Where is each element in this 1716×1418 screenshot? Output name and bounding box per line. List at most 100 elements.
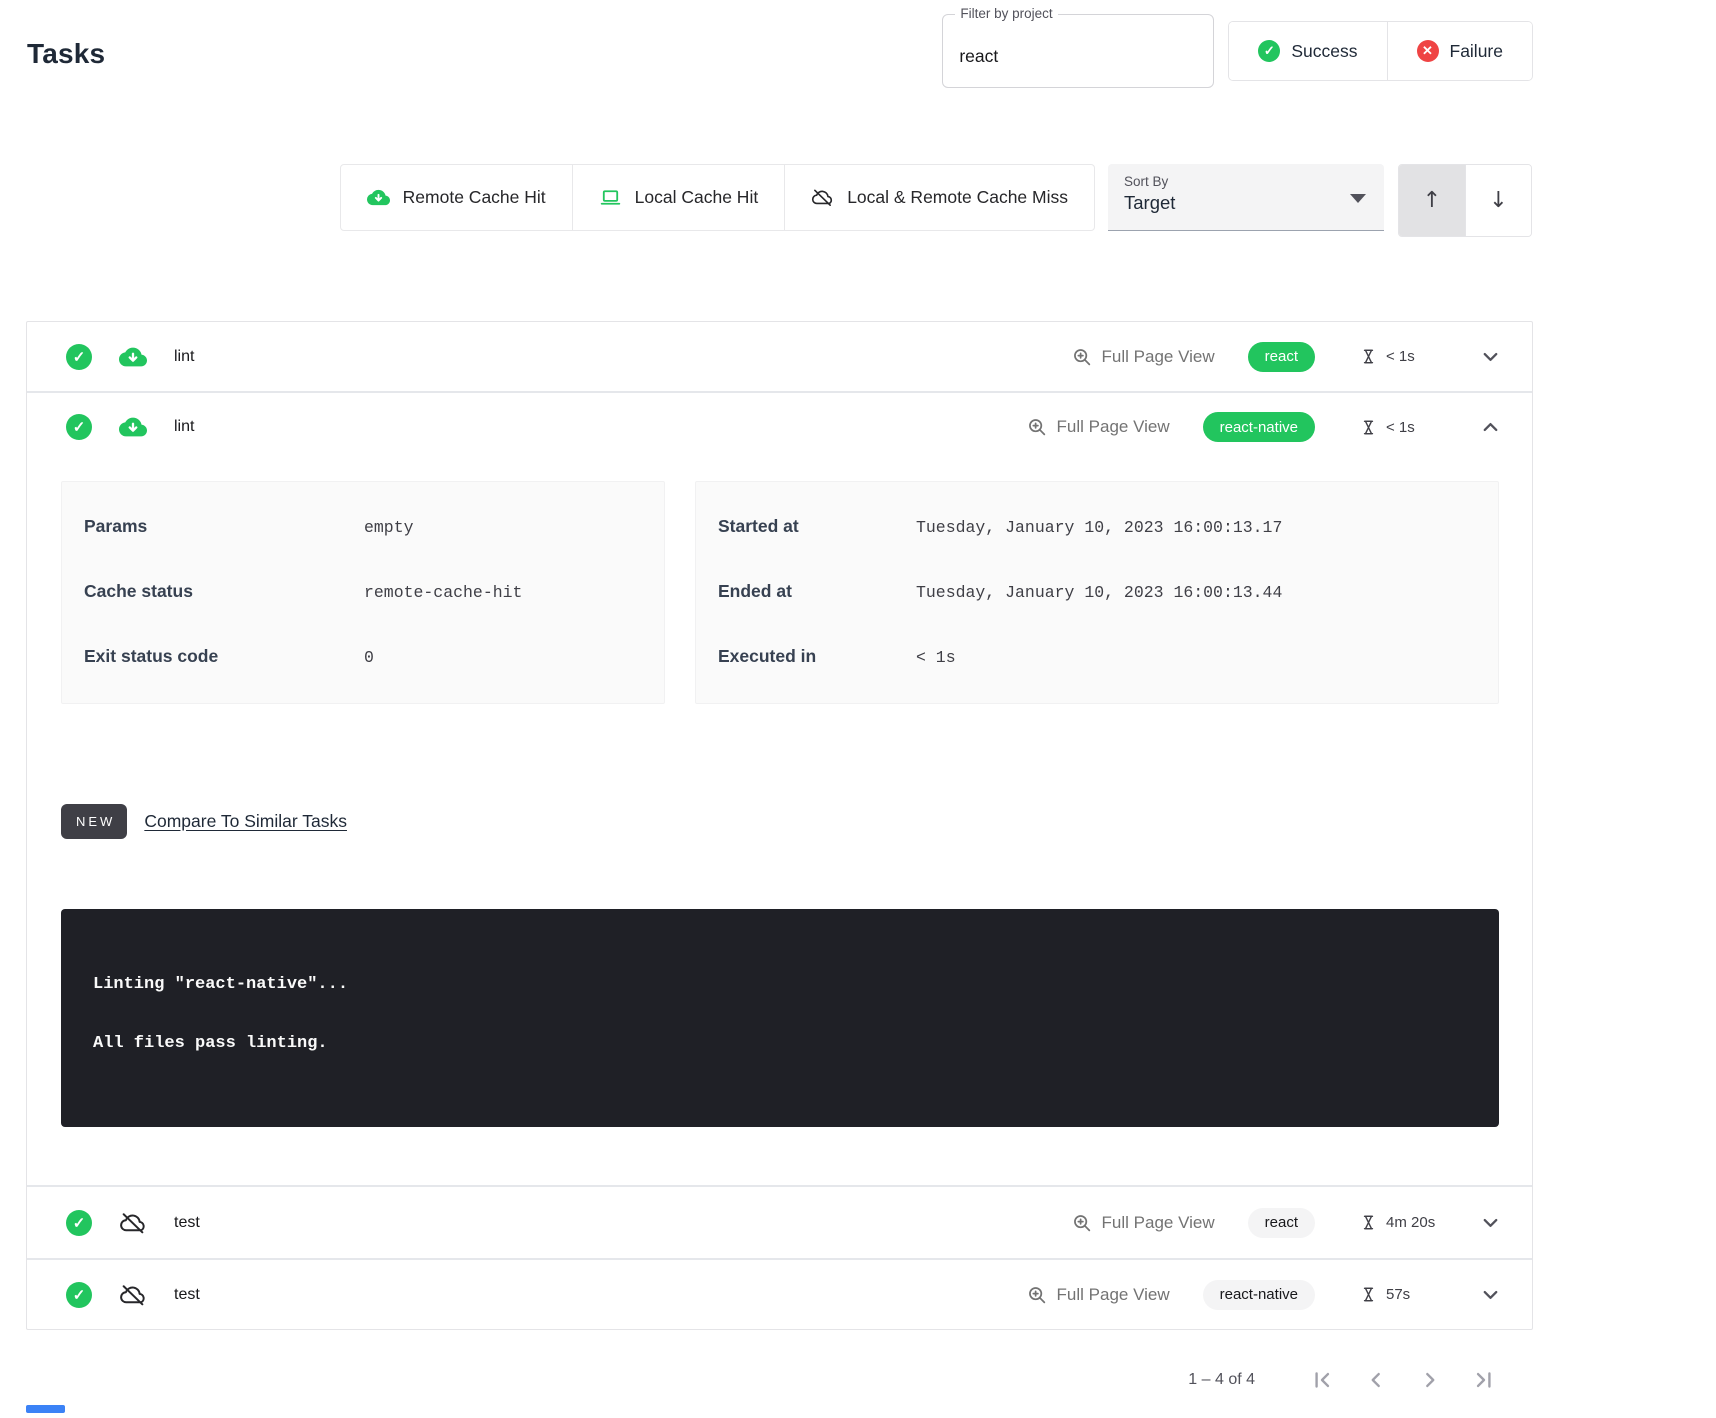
failure-filter-button[interactable]: ✕ Failure: [1387, 22, 1533, 80]
ended-at-value: Tuesday, January 10, 2023 16:00:13.44: [916, 583, 1282, 602]
success-filter-button[interactable]: ✓ Success: [1229, 22, 1386, 80]
task-duration-label: < 1s: [1386, 348, 1415, 365]
detail-row: Exit status code 0: [62, 624, 664, 689]
task-list: ✓ lint Full Page View react: [26, 321, 1533, 1330]
full-page-view-button[interactable]: Full Page View: [1026, 1284, 1170, 1306]
cache-miss-button[interactable]: Local & Remote Cache Miss: [785, 164, 1095, 231]
params-label: Params: [84, 516, 364, 537]
hourglass-icon: [1359, 1213, 1378, 1232]
task-detail-panel: Params empty Cache status remote-cache-h…: [27, 481, 1532, 1185]
full-page-view-button[interactable]: Full Page View: [1071, 1212, 1215, 1234]
sort-descending-button[interactable]: ↓: [1465, 165, 1531, 236]
params-value: empty: [364, 518, 414, 537]
cache-status-value: remote-cache-hit: [364, 583, 522, 602]
task-row-right: Full Page View react-native < 1s: [1026, 412, 1502, 442]
sort-by-select[interactable]: Sort By Target: [1108, 164, 1384, 231]
task-timing-panel: Started at Tuesday, January 10, 2023 16:…: [695, 481, 1499, 704]
check-circle-icon: ✓: [66, 414, 92, 440]
header: Tasks Filter by project ✓ Success ✕ Fail…: [0, 0, 1716, 100]
terminal-line: All files pass linting.: [93, 1034, 1469, 1053]
check-circle-icon: ✓: [1258, 40, 1280, 62]
task-duration: 4m 20s: [1359, 1213, 1451, 1232]
expand-row-button[interactable]: [1479, 1283, 1502, 1306]
magnifier-plus-icon: [1026, 1284, 1048, 1306]
next-page-button[interactable]: [1403, 1367, 1457, 1393]
arrow-down-icon: ↓: [1489, 188, 1507, 213]
hourglass-icon: [1359, 1285, 1378, 1304]
task-row: ✓ test Full Page View react: [27, 1185, 1532, 1258]
expand-row-button[interactable]: [1479, 345, 1502, 368]
failure-filter-label: Failure: [1450, 41, 1504, 62]
first-page-icon: [1309, 1367, 1335, 1393]
header-controls: Filter by project ✓ Success ✕ Failure: [942, 14, 1533, 88]
compare-row: NEW Compare To Similar Tasks: [61, 804, 1532, 839]
cloud-off-icon: [119, 1281, 147, 1309]
cache-status-label: Cache status: [84, 581, 364, 602]
task-duration: 57s: [1359, 1285, 1451, 1304]
tasks-page: Tasks Filter by project ✓ Success ✕ Fail…: [0, 0, 1716, 1418]
task-row: ✓ lint Full Page View react: [27, 322, 1532, 391]
collapse-row-button[interactable]: [1479, 416, 1502, 439]
chevron-left-icon: [1363, 1367, 1389, 1393]
status-filter-group: ✓ Success ✕ Failure: [1228, 21, 1533, 81]
remote-cache-hit-label: Remote Cache Hit: [403, 187, 546, 208]
full-page-view-label: Full Page View: [1057, 417, 1170, 437]
first-page-button[interactable]: [1295, 1367, 1349, 1393]
cloud-off-icon: [119, 1209, 147, 1237]
chevron-down-icon: [1479, 1211, 1502, 1234]
task-duration-label: 57s: [1386, 1286, 1410, 1303]
task-row-left: ✓ lint: [66, 413, 194, 441]
sort-ascending-button[interactable]: ↑: [1399, 165, 1465, 236]
detail-row: Executed in < 1s: [696, 624, 1498, 689]
sort-by-value: Target: [1124, 192, 1368, 214]
task-detail-grid: Params empty Cache status remote-cache-h…: [61, 481, 1499, 704]
compare-to-similar-tasks-link[interactable]: Compare To Similar Tasks: [144, 811, 347, 832]
toolbar: Remote Cache Hit Local Cache Hit Local &…: [0, 164, 1716, 237]
check-circle-icon: ✓: [66, 1210, 92, 1236]
task-row-left: ✓ test: [66, 1281, 200, 1309]
project-filter-field: Filter by project: [942, 14, 1214, 88]
hourglass-icon: [1359, 347, 1378, 366]
project-badge: react: [1248, 1208, 1315, 1238]
last-page-icon: [1471, 1367, 1497, 1393]
task-row-header[interactable]: ✓ lint Full Page View react-native: [27, 392, 1532, 461]
task-row-header[interactable]: ✓ test Full Page View react-native: [27, 1259, 1532, 1329]
video-progress-bar: [26, 1405, 65, 1413]
project-badge: react-native: [1203, 1280, 1315, 1310]
last-page-button[interactable]: [1457, 1367, 1511, 1393]
full-page-view-button[interactable]: Full Page View: [1071, 346, 1215, 368]
started-at-label: Started at: [718, 516, 916, 537]
local-cache-hit-label: Local Cache Hit: [635, 187, 759, 208]
full-page-view-label: Full Page View: [1102, 347, 1215, 367]
ended-at-label: Ended at: [718, 581, 916, 602]
full-page-view-button[interactable]: Full Page View: [1026, 416, 1170, 438]
chevron-up-icon: [1479, 416, 1502, 439]
check-circle-icon: ✓: [66, 1282, 92, 1308]
cloud-download-icon: [367, 186, 390, 209]
task-row-right: Full Page View react-native 57s: [1026, 1280, 1502, 1310]
exit-code-label: Exit status code: [84, 646, 364, 667]
task-row-right: Full Page View react < 1s: [1071, 342, 1502, 372]
project-filter-input[interactable]: [943, 15, 1213, 87]
terminal-line: Linting "react-native"...: [93, 975, 1469, 994]
check-circle-icon: ✓: [66, 344, 92, 370]
task-row-header[interactable]: ✓ test Full Page View react: [27, 1186, 1532, 1258]
caret-down-icon: [1350, 194, 1366, 203]
success-filter-label: Success: [1291, 41, 1357, 62]
cache-filter-group: Remote Cache Hit Local Cache Hit Local &…: [340, 164, 1095, 231]
expand-row-button[interactable]: [1479, 1211, 1502, 1234]
started-at-value: Tuesday, January 10, 2023 16:00:13.17: [916, 518, 1282, 537]
task-row: ✓ lint Full Page View react-native: [27, 391, 1532, 1185]
local-cache-hit-button[interactable]: Local Cache Hit: [573, 164, 786, 231]
chevron-down-icon: [1479, 1283, 1502, 1306]
previous-page-button[interactable]: [1349, 1367, 1403, 1393]
task-duration-label: < 1s: [1386, 419, 1415, 436]
cache-miss-label: Local & Remote Cache Miss: [847, 187, 1068, 208]
exit-code-value: 0: [364, 648, 374, 667]
cloud-download-icon: [119, 343, 147, 371]
task-name: test: [174, 1286, 200, 1304]
task-row-header[interactable]: ✓ lint Full Page View react: [27, 322, 1532, 391]
cloud-off-icon: [811, 186, 834, 209]
task-row-right: Full Page View react 4m 20s: [1071, 1208, 1502, 1238]
remote-cache-hit-button[interactable]: Remote Cache Hit: [340, 164, 573, 231]
